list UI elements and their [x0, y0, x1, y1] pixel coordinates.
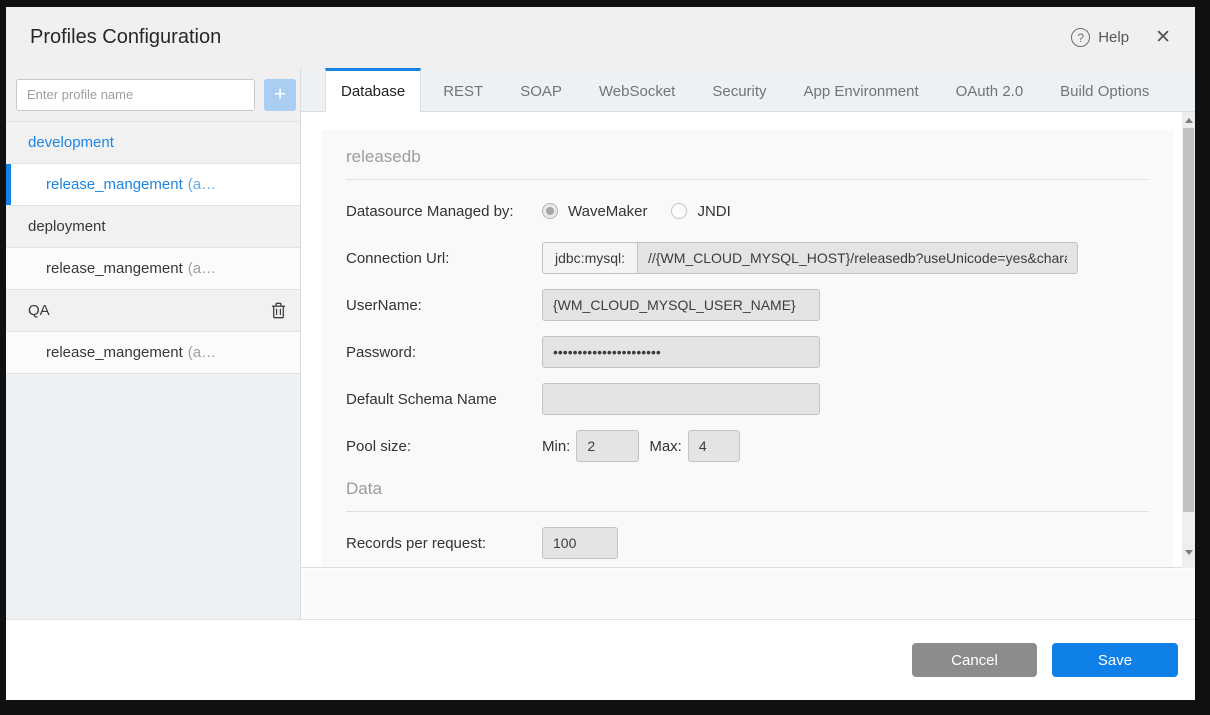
- profile-content: Database REST SOAP WebSocket Security Ap…: [301, 68, 1195, 619]
- profiles-sidebar: + development release_mangement (a… depl…: [6, 68, 301, 619]
- save-button[interactable]: Save: [1052, 643, 1178, 677]
- tab-rest[interactable]: REST: [428, 68, 498, 111]
- dialog-header: Profiles Configuration ? Help ✕: [6, 7, 1195, 68]
- service-label-suffix: (a…: [188, 176, 216, 193]
- pool-min-label: Min:: [542, 438, 570, 455]
- pool-min-input[interactable]: [576, 430, 639, 462]
- username-row: UserName:: [346, 289, 1149, 321]
- scroll-down-button[interactable]: [1182, 544, 1195, 560]
- pool-size-row: Pool size: Min: Max:: [346, 430, 1149, 462]
- scroll-up-button[interactable]: [1182, 112, 1195, 128]
- jdbc-prefix-addon: jdbc:mysql:: [542, 242, 638, 274]
- radio-wavemaker[interactable]: [542, 203, 558, 219]
- records-input[interactable]: [542, 527, 618, 559]
- service-label: release_mangement: [46, 344, 183, 361]
- radio-jndi-label: JNDI: [697, 203, 730, 220]
- cancel-button[interactable]: Cancel: [912, 643, 1037, 677]
- profile-name-input[interactable]: [16, 79, 255, 111]
- pool-size-label: Pool size:: [346, 438, 542, 455]
- profiles-list: development release_mangement (a… deploy…: [6, 122, 300, 374]
- datasource-label: Datasource Managed by:: [346, 203, 542, 220]
- dialog-footer: Cancel Save: [6, 619, 1195, 700]
- service-label-suffix: (a…: [188, 260, 216, 277]
- service-label: release_mangement: [46, 176, 183, 193]
- username-input[interactable]: [542, 289, 820, 321]
- database-scroll-area: releasedb Datasource Managed by: WaveMak…: [301, 112, 1182, 568]
- section-heading-releasedb: releasedb: [346, 132, 1149, 180]
- tab-websocket[interactable]: WebSocket: [584, 68, 690, 111]
- username-label: UserName:: [346, 297, 542, 314]
- tab-security[interactable]: Security: [697, 68, 781, 111]
- sidebar-item-deployment[interactable]: deployment: [6, 206, 300, 248]
- service-label: release_mangement: [46, 260, 183, 277]
- connection-url-row: Connection Url: jdbc:mysql:: [346, 242, 1149, 274]
- tab-build-options[interactable]: Build Options: [1045, 68, 1164, 111]
- sidebar-item-release-mangement-qa[interactable]: release_mangement (a…: [6, 332, 300, 374]
- sidebar-item-development[interactable]: development: [6, 122, 300, 164]
- add-profile-button[interactable]: +: [264, 79, 296, 111]
- help-button[interactable]: ? Help: [1071, 28, 1129, 47]
- connection-url-input[interactable]: [638, 242, 1078, 274]
- vertical-scrollbar[interactable]: [1182, 112, 1195, 568]
- connection-url-label: Connection Url:: [346, 250, 542, 267]
- arrow-up-icon: [1185, 118, 1193, 123]
- close-icon[interactable]: ✕: [1155, 28, 1171, 47]
- dialog-body: + development release_mangement (a… depl…: [6, 68, 1195, 619]
- tab-soap[interactable]: SOAP: [505, 68, 577, 111]
- tab-app-environment[interactable]: App Environment: [789, 68, 934, 111]
- profiles-configuration-dialog: Profiles Configuration ? Help ✕ + develo…: [6, 7, 1195, 700]
- pool-max-input[interactable]: [688, 430, 740, 462]
- datasource-radio-group: WaveMaker JNDI: [542, 203, 745, 220]
- arrow-down-icon: [1185, 550, 1193, 555]
- tab-database[interactable]: Database: [325, 68, 421, 112]
- pane-bottom-band: [301, 569, 1195, 619]
- connection-url-group: jdbc:mysql:: [542, 242, 1078, 274]
- service-label-suffix: (a…: [188, 344, 216, 361]
- sidebar-item-release-mangement-dev[interactable]: release_mangement (a…: [6, 164, 300, 206]
- tab-oauth[interactable]: OAuth 2.0: [941, 68, 1039, 111]
- schema-input[interactable]: [542, 383, 820, 415]
- password-input[interactable]: [542, 336, 820, 368]
- dialog-title: Profiles Configuration: [30, 26, 1071, 49]
- database-tab-pane: releasedb Datasource Managed by: WaveMak…: [301, 112, 1195, 619]
- profile-label: development: [28, 134, 114, 151]
- pool-max-label: Max:: [649, 438, 682, 455]
- database-config-card: releasedb Datasource Managed by: WaveMak…: [322, 130, 1173, 568]
- radio-jndi[interactable]: [671, 203, 687, 219]
- sidebar-item-qa[interactable]: QA: [6, 290, 300, 332]
- schema-label: Default Schema Name: [346, 391, 542, 408]
- sidebar-item-release-mangement-deploy[interactable]: release_mangement (a…: [6, 248, 300, 290]
- section-heading-data: Data: [346, 464, 1149, 512]
- schema-row: Default Schema Name: [346, 383, 1149, 415]
- records-row: Records per request:: [346, 527, 1149, 559]
- radio-wavemaker-label: WaveMaker: [568, 203, 647, 220]
- delete-profile-button[interactable]: [271, 302, 286, 319]
- help-icon: ?: [1071, 28, 1090, 47]
- config-tabbar: Database REST SOAP WebSocket Security Ap…: [301, 68, 1195, 112]
- records-label: Records per request:: [346, 535, 542, 552]
- profile-label: QA: [28, 302, 50, 319]
- profile-search-row: +: [6, 68, 300, 122]
- scrollbar-thumb[interactable]: [1183, 128, 1194, 512]
- password-row: Password:: [346, 336, 1149, 368]
- trash-icon: [271, 302, 286, 319]
- profile-label: deployment: [28, 218, 106, 235]
- datasource-row: Datasource Managed by: WaveMaker JNDI: [346, 195, 1149, 227]
- help-label: Help: [1098, 29, 1129, 46]
- password-label: Password:: [346, 344, 542, 361]
